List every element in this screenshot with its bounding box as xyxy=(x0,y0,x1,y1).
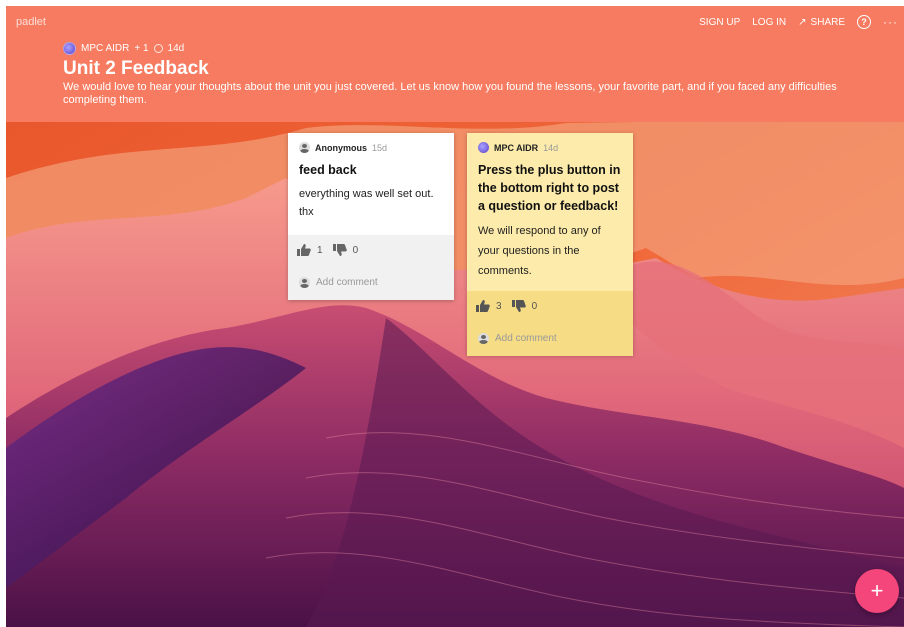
collaborator-count[interactable]: + 1 xyxy=(134,43,148,54)
add-comment-label: Add comment xyxy=(495,333,557,344)
board-header: padlet SIGN UP LOG IN ↗ SHARE ? ··· MPC … xyxy=(6,6,904,122)
commenter-avatar-icon xyxy=(478,333,489,344)
author-avatar xyxy=(478,142,489,153)
login-link[interactable]: LOG IN xyxy=(752,17,786,28)
owner-name: MPC AIDR xyxy=(81,43,130,54)
top-nav: SIGN UP LOG IN ↗ SHARE ? ··· xyxy=(699,15,898,29)
post-age: 15d xyxy=(372,142,388,153)
owner-avatar[interactable] xyxy=(63,42,76,55)
dislike-count: 0 xyxy=(352,244,359,256)
post-author: Anonymous xyxy=(315,142,368,153)
board-meta: MPC AIDR + 1 14d xyxy=(63,42,184,55)
post-age: 14d xyxy=(543,142,559,153)
thumbs-up-icon[interactable] xyxy=(297,244,311,256)
post-reactions: 1 0 xyxy=(288,235,454,265)
post-body: We will respond to any of your questions… xyxy=(478,225,601,277)
board-title: Unit 2 Feedback xyxy=(63,58,209,79)
post-header: MPC AIDR 14d xyxy=(467,133,633,153)
like-count: 3 xyxy=(496,300,502,312)
canyon-wallpaper-image xyxy=(6,118,904,627)
board-age: 14d xyxy=(167,43,185,54)
add-post-button[interactable]: + xyxy=(855,569,899,613)
thumbs-down-icon[interactable] xyxy=(511,300,526,312)
post-author: MPC AIDR xyxy=(494,142,539,153)
like-count: 1 xyxy=(317,244,323,256)
add-comment-label: Add comment xyxy=(316,277,378,288)
anonymous-user-icon xyxy=(299,142,310,153)
share-button[interactable]: ↗ SHARE xyxy=(798,17,845,28)
post-card[interactable]: MPC AIDR 14d Press the plus button in th… xyxy=(467,133,633,356)
post-body: everything was well set out. thx xyxy=(299,188,434,218)
more-icon[interactable]: ··· xyxy=(883,15,898,29)
post-card[interactable]: Anonymous 15d feed back everything was w… xyxy=(288,133,454,300)
dislike-count: 0 xyxy=(531,300,538,312)
add-comment[interactable]: Add comment xyxy=(467,321,633,356)
post-title: Press the plus button in the bottom righ… xyxy=(478,163,621,213)
post-reactions: 3 0 xyxy=(467,291,633,321)
signup-link[interactable]: SIGN UP xyxy=(699,17,740,28)
padlet-logo[interactable]: padlet xyxy=(16,16,46,28)
board-wallpaper xyxy=(6,118,904,627)
post-header: Anonymous 15d xyxy=(288,133,454,153)
help-icon[interactable]: ? xyxy=(857,15,871,29)
commenter-avatar-icon xyxy=(299,277,310,288)
clock-icon xyxy=(153,44,163,53)
share-label: SHARE xyxy=(810,16,845,28)
post-title: feed back xyxy=(299,163,357,177)
share-arrow-icon: ↗ xyxy=(798,16,807,28)
thumbs-down-icon[interactable] xyxy=(332,244,347,256)
board-description: We would love to hear your thoughts abou… xyxy=(63,81,837,106)
add-comment[interactable]: Add comment xyxy=(288,265,454,300)
thumbs-up-icon[interactable] xyxy=(476,300,490,312)
